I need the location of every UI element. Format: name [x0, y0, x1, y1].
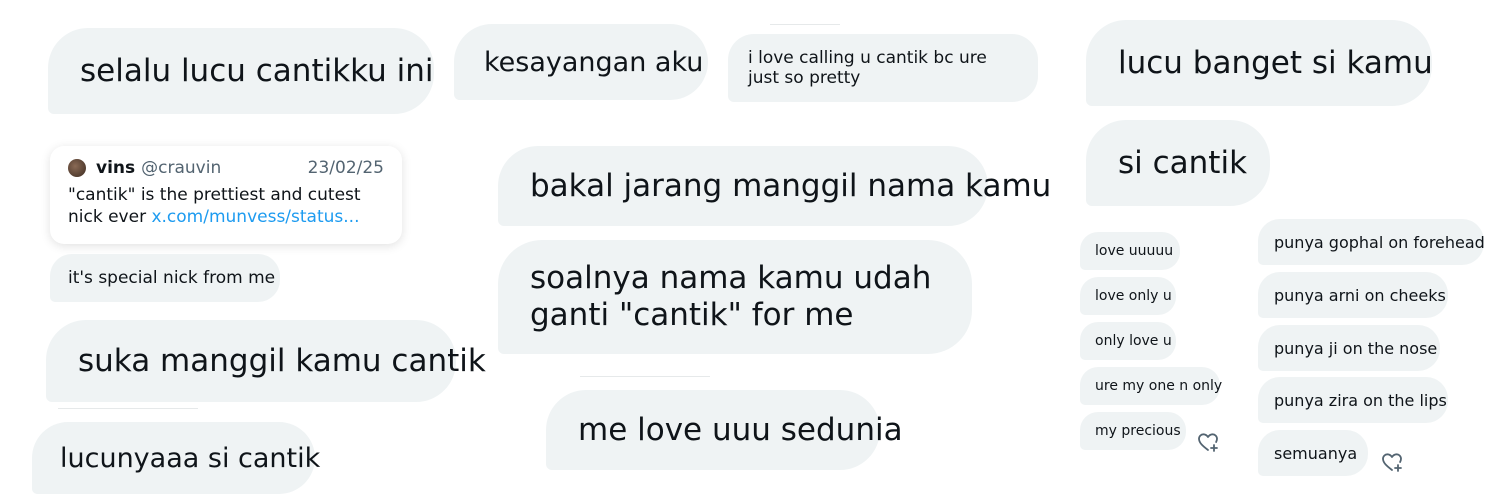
message-bubble: it's special nick from me	[50, 254, 280, 302]
message-bubble: i love calling u cantik bc ure just so p…	[728, 34, 1038, 102]
message-text: i love calling u cantik bc ure just so p…	[748, 47, 987, 88]
post-date: 23/02/25	[307, 158, 384, 178]
message-text: selalu lucu cantikku ini	[80, 53, 434, 89]
divider	[580, 376, 710, 377]
message-bubble: suka manggil kamu cantik	[46, 320, 486, 402]
message-text: love uuuuu	[1095, 243, 1174, 259]
message-text: soalnya nama kamu udah ganti "cantik" fo…	[530, 259, 932, 333]
message-bubble: ure my one n only	[1080, 367, 1223, 405]
message-text: it's special nick from me	[68, 268, 276, 288]
message-bubble: lucu banget si kamu	[1086, 20, 1433, 106]
message-text: lucu banget si kamu	[1118, 45, 1433, 81]
message-bubble: my precious	[1080, 412, 1186, 450]
quoted-post-header: vins @crauvin 23/02/25	[68, 158, 384, 178]
message-text: suka manggil kamu cantik	[78, 343, 486, 379]
message-bubble: si cantik	[1086, 120, 1270, 206]
message-bubble: me love uuu sedunia	[546, 390, 903, 470]
message-bubble: lucunyaaa si cantik	[32, 422, 320, 494]
message-text: punya gophal on forehead	[1274, 232, 1485, 252]
message-bubble: semuanya	[1258, 430, 1368, 476]
message-bubble: kesayangan aku	[454, 24, 708, 100]
message-text: love only u	[1095, 288, 1172, 304]
quoted-post-body: "cantik" is the prettiest and cutest nic…	[68, 184, 384, 228]
divider	[58, 408, 198, 409]
message-text: my precious	[1095, 423, 1181, 439]
message-bubble: punya zira on the lips	[1258, 377, 1448, 423]
message-bubble: punya arni on cheeks	[1258, 272, 1448, 318]
message-bubble: only love u	[1080, 322, 1176, 360]
message-bubble: love uuuuu	[1080, 232, 1180, 270]
divider	[770, 24, 840, 25]
message-bubble: punya gophal on forehead	[1258, 219, 1485, 265]
message-bubble: selalu lucu cantikku ini	[48, 28, 434, 114]
author-name: vins	[96, 158, 136, 178]
author-handle: @crauvin	[141, 158, 222, 178]
message-text: punya arni on cheeks	[1274, 285, 1446, 305]
message-bubble: bakal jarang manggil nama kamu	[498, 146, 1051, 226]
message-text: si cantik	[1118, 145, 1248, 181]
quoted-post-card[interactable]: vins @crauvin 23/02/25 "cantik" is the p…	[50, 146, 402, 244]
message-text: lucunyaaa si cantik	[60, 442, 321, 474]
message-bubble: love only u	[1080, 277, 1176, 315]
message-text: kesayangan aku	[484, 46, 704, 78]
message-text: me love uuu sedunia	[578, 412, 903, 448]
heart-plus-icon[interactable]	[1196, 430, 1220, 454]
message-text: only love u	[1095, 333, 1172, 349]
message-bubble: soalnya nama kamu udah ganti "cantik" fo…	[498, 240, 972, 354]
heart-plus-icon[interactable]	[1380, 450, 1404, 474]
message-text: punya zira on the lips	[1274, 390, 1447, 410]
message-bubble: punya ji on the nose	[1258, 325, 1440, 371]
quoted-post-link[interactable]: x.com/munvess/status...	[151, 207, 359, 227]
message-text: ure my one n only	[1095, 378, 1223, 394]
avatar	[68, 159, 86, 177]
message-text: punya ji on the nose	[1274, 338, 1438, 358]
message-text: semuanya	[1274, 443, 1358, 463]
message-text: bakal jarang manggil nama kamu	[530, 168, 1052, 204]
